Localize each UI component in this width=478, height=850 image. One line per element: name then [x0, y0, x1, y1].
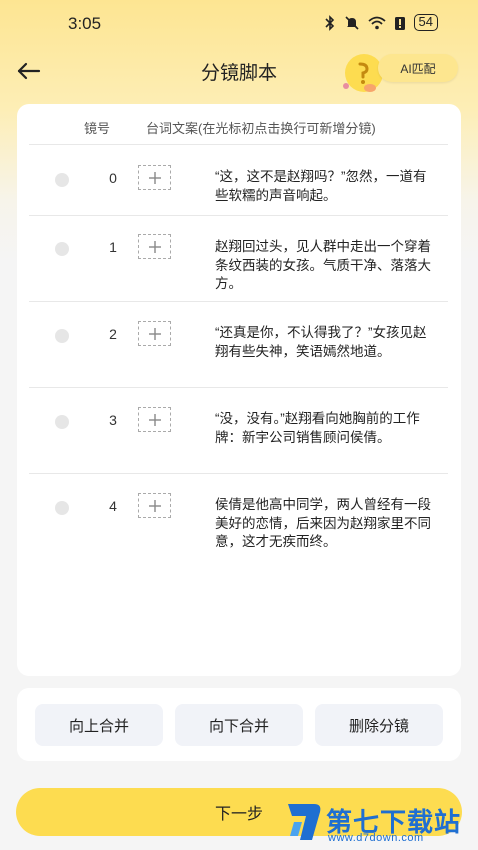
bluetooth-icon	[324, 14, 334, 31]
header: 分镜脚本 AI匹配	[0, 48, 478, 94]
shot-number: 2	[109, 326, 117, 342]
storyboard-card: 镜号 台词文案(在光标初点击换行可新增分镜) 0 “这，这不是赵翔吗？”忽然，一…	[17, 104, 461, 676]
add-shot-button[interactable]	[138, 165, 171, 190]
script-text-field[interactable]: “这，这不是赵翔吗？”忽然，一道有些软糯的声音响起。	[215, 168, 437, 205]
table-row: 1 赵翔回过头，见人群中走出一个穿着条纹西装的女孩。气质干净、落落大方。	[29, 216, 448, 302]
add-shot-button[interactable]	[138, 234, 171, 259]
status-icons: 54	[324, 14, 438, 31]
row-select-radio[interactable]	[55, 173, 69, 187]
watermark-logo-icon	[288, 804, 321, 840]
plus-icon	[148, 240, 161, 253]
plus-icon	[148, 413, 161, 426]
plus-icon	[148, 327, 161, 340]
actions-card: 向上合并 向下合并 删除分镜	[17, 688, 461, 761]
column-header-shot-number: 镜号	[84, 121, 111, 136]
table-row: 0 “这，这不是赵翔吗？”忽然，一道有些软糯的声音响起。	[29, 144, 448, 216]
table-row: 3 “没，没有。”赵翔看向她胸前的工作牌：新宇公司销售顾问侯倩。	[29, 388, 448, 474]
shot-number: 4	[109, 498, 117, 514]
plus-icon	[148, 171, 161, 184]
shot-number: 0	[109, 170, 117, 186]
delete-shot-button[interactable]: 删除分镜	[315, 704, 443, 746]
status-bar: 3:05 54	[0, 0, 478, 48]
script-text-field[interactable]: 侯倩是他高中同学，两人曾经有一段美好的恋情，后来因为赵翔家里不同意，这才无疾而终…	[215, 496, 437, 552]
plus-icon	[148, 499, 161, 512]
shot-number: 3	[109, 412, 117, 428]
watermark: 第七下载站 www.d7down.com	[284, 800, 474, 846]
add-shot-button[interactable]	[138, 493, 171, 518]
mute-icon	[344, 15, 359, 30]
add-shot-button[interactable]	[138, 407, 171, 432]
script-text-field[interactable]: “没，没有。”赵翔看向她胸前的工作牌：新宇公司销售顾问侯倩。	[215, 410, 437, 447]
column-header-script-text: 台词文案(在光标初点击换行可新增分镜)	[146, 121, 376, 136]
table-row: 4 侯倩是他高中同学，两人曾经有一段美好的恋情，后来因为赵翔家里不同意，这才无疾…	[29, 474, 448, 574]
script-text-field[interactable]: “还真是你，不认得我了？”女孩见赵翔有些失神，笑语嫣然地道。	[215, 324, 437, 361]
wifi-icon	[367, 16, 386, 29]
table-row: 2 “还真是你，不认得我了？”女孩见赵翔有些失神，笑语嫣然地道。	[29, 302, 448, 388]
shot-number: 1	[109, 239, 117, 255]
row-select-radio[interactable]	[55, 501, 69, 515]
alert-icon	[394, 16, 405, 30]
row-select-radio[interactable]	[55, 242, 69, 256]
merge-down-button[interactable]: 向下合并	[175, 704, 303, 746]
watermark-url: www.d7down.com	[328, 832, 424, 844]
row-select-radio[interactable]	[55, 415, 69, 429]
ai-match-button[interactable]: AI匹配	[378, 54, 458, 82]
row-divider	[29, 144, 448, 145]
battery-indicator: 54	[413, 14, 438, 31]
script-text-field[interactable]: 赵翔回过头，见人群中走出一个穿着条纹西装的女孩。气质干净、落落大方。	[215, 238, 437, 294]
ai-match-widget[interactable]: AI匹配	[338, 50, 460, 96]
merge-up-button[interactable]: 向上合并	[35, 704, 163, 746]
status-time: 3:05	[68, 14, 102, 33]
row-select-radio[interactable]	[55, 329, 69, 343]
add-shot-button[interactable]	[138, 321, 171, 346]
